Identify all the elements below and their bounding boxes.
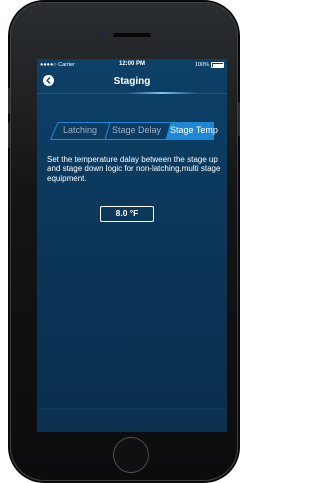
front-camera bbox=[98, 30, 104, 36]
temperature-value-field[interactable]: 8.0 °F bbox=[100, 206, 154, 222]
phone-frame: ●●●●○ Carrier 12:00 PM 100% Staging Latc… bbox=[8, 2, 240, 481]
volume-down-button bbox=[8, 122, 10, 148]
earpiece-speaker bbox=[113, 33, 151, 37]
home-button[interactable] bbox=[113, 437, 149, 473]
battery-percent: 100% bbox=[194, 62, 209, 68]
power-button bbox=[238, 102, 240, 136]
tab-stage-delay[interactable]: Stage Delay bbox=[112, 125, 161, 135]
battery-status: 100% bbox=[195, 62, 224, 68]
battery-icon bbox=[211, 62, 224, 68]
bottom-bar bbox=[37, 408, 227, 432]
nav-underline-glow bbox=[127, 92, 197, 94]
segmented-control: Latching Stage Delay Stage Temp bbox=[50, 122, 227, 140]
tab-stage-temp[interactable]: Stage Temp bbox=[170, 125, 218, 135]
description-text: Set the temperature dalay between the st… bbox=[47, 155, 221, 183]
page-title: Staging bbox=[113, 76, 151, 87]
app-screen: ●●●●○ Carrier 12:00 PM 100% Staging Latc… bbox=[37, 59, 227, 432]
status-bar: ●●●●○ Carrier 12:00 PM 100% bbox=[37, 59, 227, 71]
tab-latching[interactable]: Latching bbox=[63, 125, 97, 135]
volume-up-button bbox=[8, 88, 10, 114]
